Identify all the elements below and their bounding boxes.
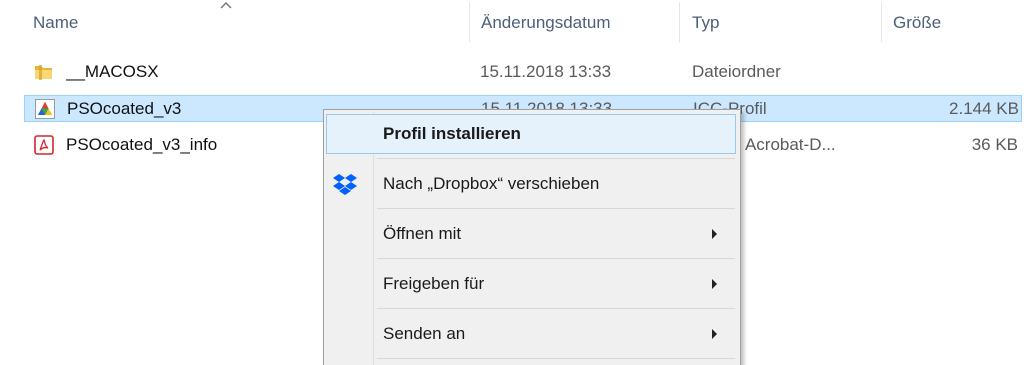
file-size <box>894 58 1018 85</box>
submenu-arrow-icon <box>712 329 717 339</box>
menu-item-label: Öffnen mit <box>383 224 462 243</box>
column-header-type[interactable]: Typ <box>692 9 719 37</box>
column-divider[interactable] <box>679 2 680 42</box>
column-header-size[interactable]: Größe <box>893 9 941 37</box>
icc-profile-icon <box>35 99 55 119</box>
menu-item-label: Profil installieren <box>383 124 521 143</box>
submenu-arrow-icon <box>712 279 717 289</box>
column-header-modified[interactable]: Änderungsdatum <box>481 9 610 37</box>
menu-item-label: Senden an <box>383 324 466 343</box>
column-header-name[interactable]: Name <box>33 9 78 37</box>
sort-ascending-icon <box>220 1 232 9</box>
menu-separator <box>377 358 735 359</box>
column-divider[interactable] <box>469 2 470 42</box>
column-header-bar: Name Änderungsdatum Typ Größe <box>0 0 1024 46</box>
menu-item-label: Freigeben für <box>383 274 485 293</box>
file-explorer-window: Name Änderungsdatum Typ Größe __MACOSX 1… <box>0 0 1024 365</box>
menu-item-send-to[interactable]: Senden an <box>326 314 736 354</box>
file-size: 36 KB <box>971 135 1018 154</box>
context-menu: Profil installieren Nach „Dropbox“ versc… <box>323 109 741 365</box>
menu-separator <box>377 158 735 159</box>
menu-item-share-with[interactable]: Freigeben für <box>326 264 736 304</box>
file-modified: 15.11.2018 13:33 <box>480 62 612 81</box>
file-row-macosx[interactable]: __MACOSX 15.11.2018 13:33 Dateiordner <box>24 58 1022 85</box>
file-type: Dateiordner <box>692 62 781 81</box>
menu-item-move-to-dropbox[interactable]: Nach „Dropbox“ verschieben <box>326 164 736 204</box>
file-name: __MACOSX <box>66 62 159 81</box>
pdf-icon <box>34 135 54 155</box>
menu-separator <box>377 208 735 209</box>
column-divider[interactable] <box>881 2 882 42</box>
submenu-arrow-icon <box>712 229 717 239</box>
menu-separator <box>377 308 735 309</box>
menu-item-label: Nach „Dropbox“ verschieben <box>383 174 600 193</box>
file-size: 2.144 KB <box>949 99 1019 118</box>
menu-item-install-profile[interactable]: Profil installieren <box>326 114 736 154</box>
folder-icon <box>35 65 52 80</box>
menu-separator <box>377 258 735 259</box>
dropbox-icon <box>333 174 357 195</box>
menu-item-open-with[interactable]: Öffnen mit <box>326 214 736 254</box>
